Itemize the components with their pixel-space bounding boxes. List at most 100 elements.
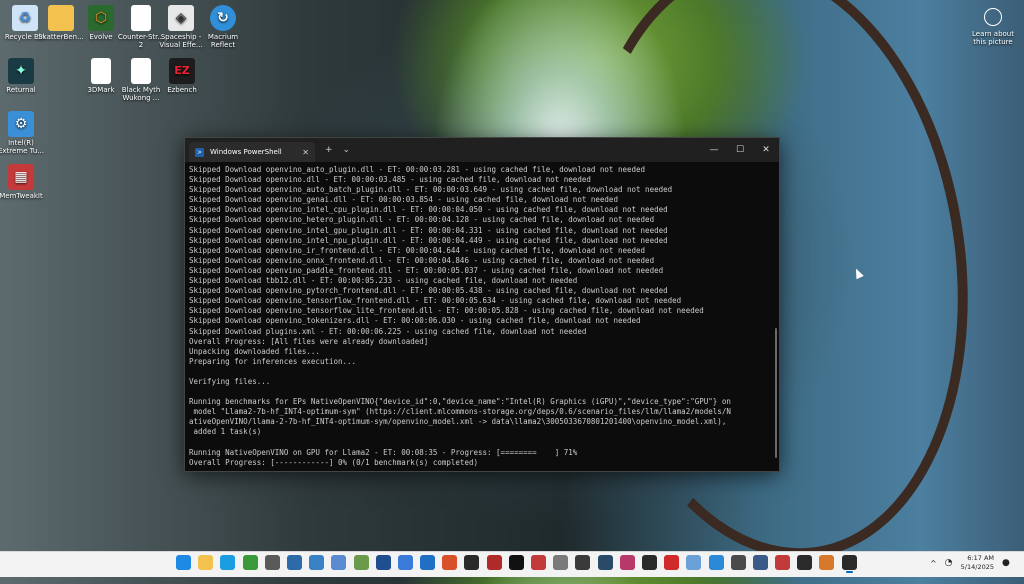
tab-windows-powershell[interactable]: > Windows PowerShell ✕ [189, 142, 315, 162]
network-app-icon[interactable] [353, 555, 369, 570]
dx-app-icon[interactable] [553, 555, 569, 570]
mouse-cursor [852, 266, 864, 280]
desktop-icon-memtweakit[interactable]: ▦ MemTweakIt [0, 164, 46, 200]
hwinfo-icon[interactable] [309, 555, 325, 570]
desktop-icon-label: MemTweakIt [0, 192, 43, 200]
folder-icon [48, 5, 74, 31]
terminal-line: Running NativeOpenVINO on GPU for Llama2… [189, 447, 578, 457]
learn-about-picture[interactable]: Learn about this picture [968, 8, 1018, 46]
terminal-line: Skipped Download openvino_tokenizers.dll… [189, 316, 641, 326]
recycle-bin-icon: ♻ [12, 5, 38, 31]
terminal-line: Skipped Download openvino_ir_frontend.dl… [189, 245, 646, 255]
terminal-line: ativeOpenVINO/llama-2-7b-hf_INT4-optimum… [189, 417, 727, 427]
minimize-button[interactable]: — [701, 138, 727, 162]
terminal-line: Skipped Download openvino_tensorflow_fro… [189, 296, 682, 306]
ra-app-icon[interactable] [775, 555, 791, 570]
desktop-icon-macrium[interactable]: ↻ Macrium Reflect [198, 5, 248, 49]
terminal-line: Skipped Download openvino_onnx_frontend.… [189, 255, 655, 265]
notification-bell-icon[interactable]: ● [1002, 558, 1012, 568]
red-app-icon[interactable] [664, 555, 680, 570]
terminal-line: Preparing for inferences execution... [189, 356, 357, 366]
terminal-line: Skipped Download openvino_pytorch_fronte… [189, 286, 668, 296]
memtweakit-icon: ▦ [8, 164, 34, 190]
hexagon-app-icon[interactable] [619, 555, 635, 570]
terminal-line: Skipped Download tbb12.dll - ET: 00:00:0… [189, 276, 578, 286]
terminal-line: Skipped Download openvino_intel_gpu_plug… [189, 225, 668, 235]
flame-app-icon[interactable] [442, 555, 458, 570]
terminal-line: Skipped Download openvino_hetero_plugin.… [189, 215, 655, 225]
powershell-window[interactable]: > Windows PowerShell ✕ + ⌄ — ☐ ✕ Skipped… [184, 137, 780, 472]
unity-icon: ◈ [168, 5, 194, 31]
terminal-line: Skipped Download openvino_genai.dll - ET… [189, 195, 618, 205]
new-tab-button[interactable]: + [325, 145, 333, 155]
blue-app-icon[interactable] [708, 555, 724, 570]
terminal-line: Skipped Download openvino_paddle_fronten… [189, 265, 664, 275]
terminal-line: Skipped Download openvino_tensorflow_lit… [189, 306, 704, 316]
terminal-line: Skipped Download openvino_auto_plugin.dl… [189, 165, 646, 174]
file-explorer-icon[interactable] [198, 555, 214, 570]
intel-xtu-icon: ⚙ [8, 111, 34, 137]
network-icon[interactable]: ◔ [945, 558, 955, 568]
terminal-app-icon[interactable] [575, 555, 591, 570]
clock-date: 5/14/2025 [960, 563, 994, 571]
tray-overflow-chevron-icon[interactable]: ^ [930, 559, 937, 568]
system-tray: ^ ◔ 6:17 AM 5/14/2025 ● [930, 554, 1018, 572]
taskbar-apps [176, 555, 864, 573]
clock[interactable]: 6:17 AM 5/14/2025 [961, 554, 994, 572]
desktop-icon-label: Macrium Reflect [207, 33, 239, 49]
terminal-line: Overall Progress: [------------] 0% (0/1… [189, 457, 478, 467]
close-tab-icon[interactable]: ✕ [302, 148, 309, 157]
microsoft-store-icon[interactable] [420, 555, 436, 570]
cpu-z-icon[interactable] [242, 555, 258, 570]
start-windows-icon[interactable] [176, 555, 191, 570]
bm2-app-icon[interactable] [797, 555, 813, 570]
benchmark-app-icon[interactable] [531, 555, 546, 570]
desktop-icon-returnal[interactable]: ✦ Returnal [0, 58, 46, 94]
macrium-icon: ↻ [210, 5, 236, 31]
desktop-icon-label: Returnal [6, 86, 36, 94]
tab-title: Windows PowerShell [210, 148, 282, 156]
terminal-line: Skipped Download openvino_intel_npu_plug… [189, 235, 668, 245]
terminal-line: Skipped Download openvino.dll - ET: 00:0… [189, 175, 591, 185]
desktop-icon-label: Intel(R) Extreme Tu... [0, 139, 45, 155]
tab-dropdown-button[interactable]: ⌄ [343, 145, 351, 155]
desktop-icon-ezbench[interactable]: EZ Ezbench [157, 58, 207, 94]
settings-app-icon[interactable] [397, 555, 413, 570]
edge-browser-icon[interactable] [220, 555, 236, 570]
window-titlebar[interactable]: > Windows PowerShell ✕ + ⌄ — ☐ ✕ [185, 138, 779, 162]
maximize-button[interactable]: ☐ [727, 138, 753, 162]
graph-app-icon[interactable] [752, 555, 768, 570]
aida-icon[interactable] [375, 555, 391, 570]
desktop-icon-intel-xtu[interactable]: ⚙ Intel(R) Extreme Tu... [0, 111, 46, 155]
desktop-icon-label: Ezbench [167, 86, 197, 94]
monitor-app-icon[interactable] [597, 555, 613, 570]
c-app-icon[interactable] [508, 555, 524, 570]
gpu-z-icon[interactable] [286, 555, 302, 570]
taskbar: ^ ◔ 6:17 AM 5/14/2025 ● [0, 551, 1024, 577]
terminal-line: Skipped Download openvino_intel_cpu_plug… [189, 205, 668, 215]
snip-app-icon[interactable] [819, 555, 835, 570]
camera-icon [984, 8, 1002, 26]
star-app-icon[interactable] [730, 555, 746, 570]
document-icon [131, 58, 151, 84]
document-icon [91, 58, 111, 84]
learn-label: Learn about this picture [972, 30, 1014, 46]
terminal-line: Overall Progress: [All files were alread… [189, 336, 429, 346]
powershell-icon: > [195, 147, 204, 157]
terminal-output[interactable]: Skipped Download openvino_auto_plugin.dl… [189, 165, 771, 469]
close-button[interactable]: ✕ [753, 138, 779, 162]
powershell-icon[interactable] [841, 555, 857, 573]
nvidia-app-icon[interactable] [264, 555, 280, 570]
terminal-line: added 1 task(s) [189, 427, 262, 437]
cinebench-icon[interactable] [486, 555, 502, 570]
evolve-app-icon: ⬡ [88, 5, 114, 31]
terminal-line: Skipped Download plugins.xml - ET: 00:00… [189, 326, 587, 336]
terminal-scrollbar[interactable] [775, 328, 777, 458]
steam-icon[interactable] [464, 555, 480, 570]
bm-app-icon[interactable] [641, 555, 657, 570]
chart-app-icon[interactable] [331, 555, 347, 570]
window-app-icon[interactable] [686, 555, 702, 570]
window-controls: — ☐ ✕ [701, 138, 779, 162]
